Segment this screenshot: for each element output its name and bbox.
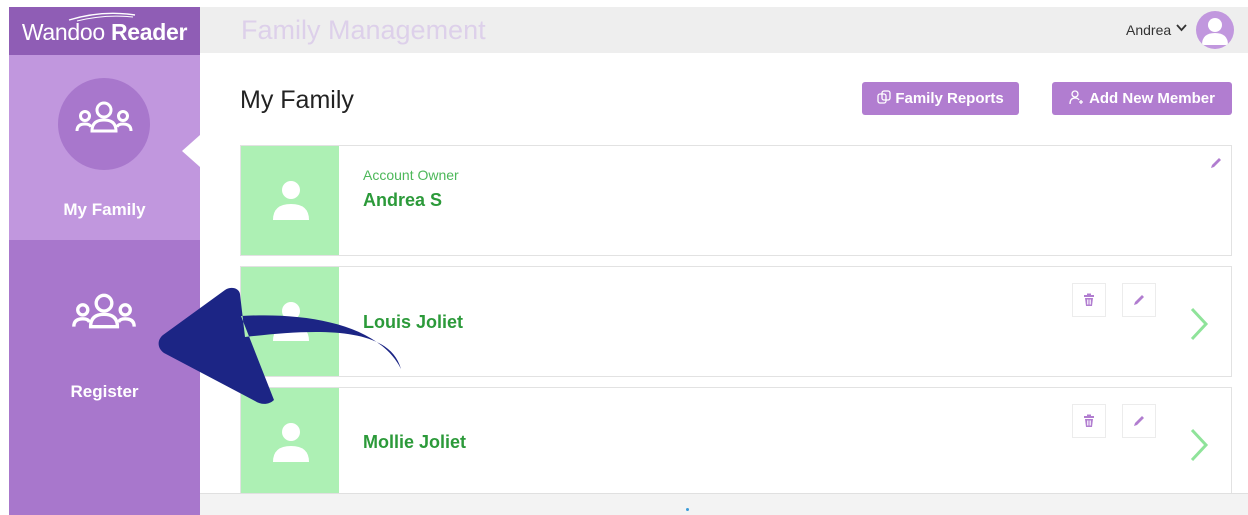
member-thumbnail [241, 267, 339, 376]
member-thumbnail [241, 146, 339, 255]
member-name: Mollie Joliet [363, 432, 467, 452]
sidebar-item-my-family[interactable]: My Family [9, 55, 200, 240]
family-group-icon [72, 293, 136, 329]
sidebar: Wandoo Reader My Family Register [9, 7, 200, 515]
user-avatar-icon[interactable] [1196, 11, 1234, 49]
scroll-indicator [686, 508, 689, 511]
logo[interactable]: Wandoo Reader [9, 7, 200, 55]
family-group-icon [75, 101, 133, 133]
member-role: Account Owner [363, 167, 459, 183]
edit-button[interactable] [1122, 283, 1156, 317]
sidebar-item-label: My Family [63, 200, 146, 219]
person-placeholder-icon [273, 181, 309, 220]
person-placeholder-icon [273, 423, 309, 462]
chevron-down-icon[interactable] [1176, 24, 1187, 32]
section-heading: My Family [240, 86, 354, 114]
member-thumbnail [241, 388, 339, 497]
reports-icon [877, 90, 891, 104]
user-menu-label[interactable]: Andrea [1126, 22, 1171, 38]
edit-button[interactable] [1122, 404, 1156, 438]
logo-text-wandoo: Wandoo [21, 19, 105, 45]
add-new-member-button[interactable]: Add New Member [1052, 82, 1232, 115]
sidebar-item-label: Register [70, 382, 139, 401]
member-name: Louis Joliet [363, 312, 464, 332]
logo-swoosh-icon [68, 12, 136, 22]
trash-icon [1084, 414, 1094, 427]
member-card[interactable]: Louis Joliet [240, 266, 1232, 377]
delete-button[interactable] [1072, 404, 1106, 438]
active-indicator [182, 135, 200, 167]
edit-pencil-icon[interactable] [1209, 156, 1223, 170]
member-card-owner[interactable]: Account Owner Andrea S [240, 145, 1232, 256]
add-new-member-label: Add New Member [1089, 90, 1215, 107]
app-frame: Wandoo Reader My Family Register Family … [9, 7, 1248, 515]
top-bar: Family Management Andrea [200, 7, 1248, 53]
trash-icon [1084, 293, 1094, 306]
my-family-icon-circle [58, 78, 150, 170]
member-name: Andrea S [363, 190, 443, 210]
delete-button[interactable] [1072, 283, 1106, 317]
page-title: Family Management [241, 15, 486, 45]
family-reports-label: Family Reports [895, 90, 1004, 107]
add-user-icon [1069, 89, 1084, 104]
edit-pencil-icon [1134, 416, 1144, 426]
family-reports-button[interactable]: Family Reports [862, 82, 1019, 115]
chevron-right-icon[interactable] [1189, 428, 1209, 462]
main-content: My Family Family Reports Add New Member [200, 53, 1248, 515]
sidebar-item-register[interactable]: Register [9, 240, 200, 515]
logo-text-reader: Reader [110, 19, 188, 45]
edit-pencil-icon [1134, 295, 1144, 305]
chevron-right-icon[interactable] [1189, 307, 1209, 341]
person-placeholder-icon [273, 302, 309, 341]
horizontal-scrollbar[interactable] [200, 493, 1248, 515]
member-card[interactable]: Mollie Joliet [240, 387, 1232, 498]
